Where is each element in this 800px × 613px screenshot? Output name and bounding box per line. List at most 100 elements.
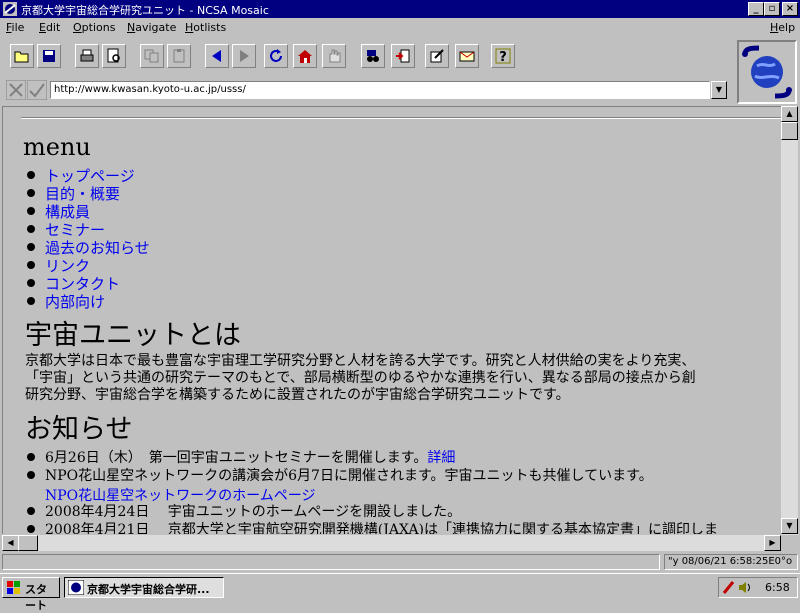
address-row: http://www.kwasan.kyoto-u.ac.jp/usss/ ▼ — [0, 78, 735, 102]
system-tray: 6:58 — [718, 577, 798, 598]
windows-logo-icon — [7, 581, 20, 594]
menu-link-internal[interactable]: 内部向け — [45, 291, 105, 312]
bullet-icon — [27, 279, 35, 287]
news-detail-link[interactable]: 詳細 — [427, 450, 455, 466]
home-icon — [298, 50, 312, 63]
back-icon — [212, 50, 221, 62]
scroll-up-button[interactable]: ▲ — [781, 106, 798, 122]
task-label: 京都大学宇宙総合学研... — [87, 583, 210, 596]
open-folder-icon — [14, 51, 29, 63]
start-button[interactable]: スタート — [2, 577, 60, 612]
status-bar: "y 08/06/21 6:58:25E0°o — [0, 552, 800, 572]
menu-bar: File Edit Options Navigate Hotlists Help — [0, 18, 800, 37]
news-item: NPO花山星空ネットワークの講演会が6月7日に開催されます。宇宙ユニットも共催し… — [45, 465, 653, 505]
cancel-icon[interactable] — [6, 80, 26, 100]
forward-icon — [240, 50, 249, 62]
scroll-left-button[interactable]: ◀ — [2, 535, 19, 551]
find-icon — [367, 50, 379, 62]
paste-icon — [173, 49, 185, 63]
maximize-button[interactable]: ▫ — [764, 2, 780, 16]
open-button[interactable] — [10, 44, 34, 68]
pen-icon[interactable] — [722, 580, 736, 595]
about-heading: 宇宙ユニットとは — [25, 320, 241, 351]
news-text: 2008年4月21日 京都大学と宇宙航空研究開発機構(JAXA)は「連携協力に関… — [45, 522, 719, 534]
help-button[interactable]: ? — [491, 44, 515, 68]
mosaic-app-icon — [3, 2, 17, 16]
page-content: menu トップページ 目的・概要 構成員 セミナー 過去のお知らせ リンク コ… — [2, 106, 781, 534]
bullet-icon — [27, 189, 35, 197]
menu-file[interactable]: File — [6, 21, 24, 34]
menu-heading: menu — [23, 133, 91, 161]
url-dropdown-button[interactable]: ▼ — [711, 81, 727, 99]
window-title: 京都大学宇宙総合学研究ユニット - NCSA Mosaic — [21, 4, 269, 17]
mail-button[interactable] — [455, 44, 479, 68]
minimize-button[interactable]: _ — [748, 2, 764, 16]
print-preview-button[interactable] — [102, 44, 126, 68]
about-paragraph: 京都大学は日本で最も豊富な宇宙理工学研究分野と人材を誇る大学です。研究と人材供給… — [25, 353, 696, 404]
horizontal-rule — [21, 117, 781, 119]
annotate-button[interactable] — [425, 44, 449, 68]
vertical-scrollbar[interactable]: ▲ ▼ — [781, 106, 798, 535]
scroll-down-button[interactable]: ▼ — [781, 518, 798, 534]
print-icon — [80, 49, 94, 62]
add-hotlist-button[interactable] — [391, 44, 415, 68]
globe-logo-icon — [742, 45, 792, 99]
reload-icon — [270, 49, 282, 62]
mosaic-task-icon — [68, 580, 84, 595]
title-bar: 京都大学宇宙総合学研究ユニット - NCSA Mosaic _ ▫ × — [0, 0, 800, 18]
news-text: 2008年4月24日 宇宙ユニットのホームページを開設しました。 — [45, 504, 462, 520]
bullet-icon — [27, 225, 35, 233]
forward-button[interactable] — [232, 44, 256, 68]
speaker-icon[interactable] — [738, 580, 752, 595]
svg-text:?: ? — [499, 50, 507, 64]
vertical-scroll-thumb[interactable] — [781, 122, 798, 140]
home-button[interactable] — [293, 44, 317, 68]
toolbar: ? — [0, 40, 735, 76]
copy-icon — [144, 49, 159, 63]
bullet-icon — [27, 507, 35, 515]
help-icon: ? — [495, 48, 511, 64]
menu-navigate[interactable]: Navigate — [127, 21, 176, 34]
back-button[interactable] — [205, 44, 229, 68]
start-label: スタート — [25, 583, 47, 612]
bullet-icon — [27, 243, 35, 251]
bullet-icon — [27, 207, 35, 215]
bullet-icon — [27, 171, 35, 179]
print-preview-icon — [107, 48, 120, 63]
menu-edit[interactable]: Edit — [39, 21, 60, 34]
news-heading: お知らせ — [25, 414, 133, 445]
mail-icon — [459, 51, 475, 62]
news-item: 2008年4月21日 京都大学と宇宙航空研究開発機構(JAXA)は「連携協力に関… — [45, 519, 718, 534]
find-button[interactable] — [361, 44, 385, 68]
about-line: 研究分野、宇宙総合学を構築するために設置されたのが宇宙総合学研究ユニットです。 — [25, 387, 570, 403]
horizontal-scrollbar[interactable]: ◀ ▶ — [2, 535, 781, 551]
status-message — [2, 554, 660, 570]
news-item: 2008年4月24日 宇宙ユニットのホームページを開設しました。 — [45, 501, 461, 521]
save-icon — [43, 50, 55, 62]
news-text: NPO花山星空ネットワークの講演会が6月7日に開催されます。宇宙ユニットも共催し… — [45, 468, 653, 484]
horizontal-scroll-thumb[interactable] — [18, 535, 38, 551]
status-datetime: "y 08/06/21 6:58:25E0°o — [664, 554, 798, 570]
menu-hotlists[interactable]: Hotlists — [185, 21, 226, 34]
taskbar-mosaic-task[interactable]: 京都大学宇宙総合学研... — [64, 577, 224, 598]
close-button[interactable]: × — [782, 2, 798, 16]
bullet-icon — [27, 471, 35, 479]
reload-button[interactable] — [264, 44, 288, 68]
scroll-right-button[interactable]: ▶ — [764, 535, 781, 551]
about-line: 京都大学は日本で最も豊富な宇宙理工学研究分野と人材を誇る大学です。研究と人材供給… — [25, 353, 696, 369]
bullet-icon — [27, 525, 35, 533]
url-input[interactable]: http://www.kwasan.kyoto-u.ac.jp/usss/ — [50, 81, 710, 99]
save-button[interactable] — [37, 44, 61, 68]
tray-clock: 6:58 — [765, 581, 790, 594]
bullet-icon — [27, 297, 35, 305]
annotate-icon — [430, 49, 444, 63]
taskbar: スタート 京都大学宇宙総合学研... 6:58 — [0, 573, 800, 612]
menu-help[interactable]: Help — [770, 21, 795, 34]
copy-button[interactable] — [140, 44, 164, 68]
paste-button[interactable] — [167, 44, 191, 68]
stop-button[interactable] — [322, 44, 346, 68]
print-button[interactable] — [75, 44, 99, 68]
menu-options[interactable]: Options — [73, 21, 115, 34]
checkmark-icon[interactable] — [27, 80, 47, 100]
about-line: 「宇宙」という共通の研究テーマのもとで、部局横断型のゆるやかな連携を行い、異なる… — [25, 370, 696, 386]
